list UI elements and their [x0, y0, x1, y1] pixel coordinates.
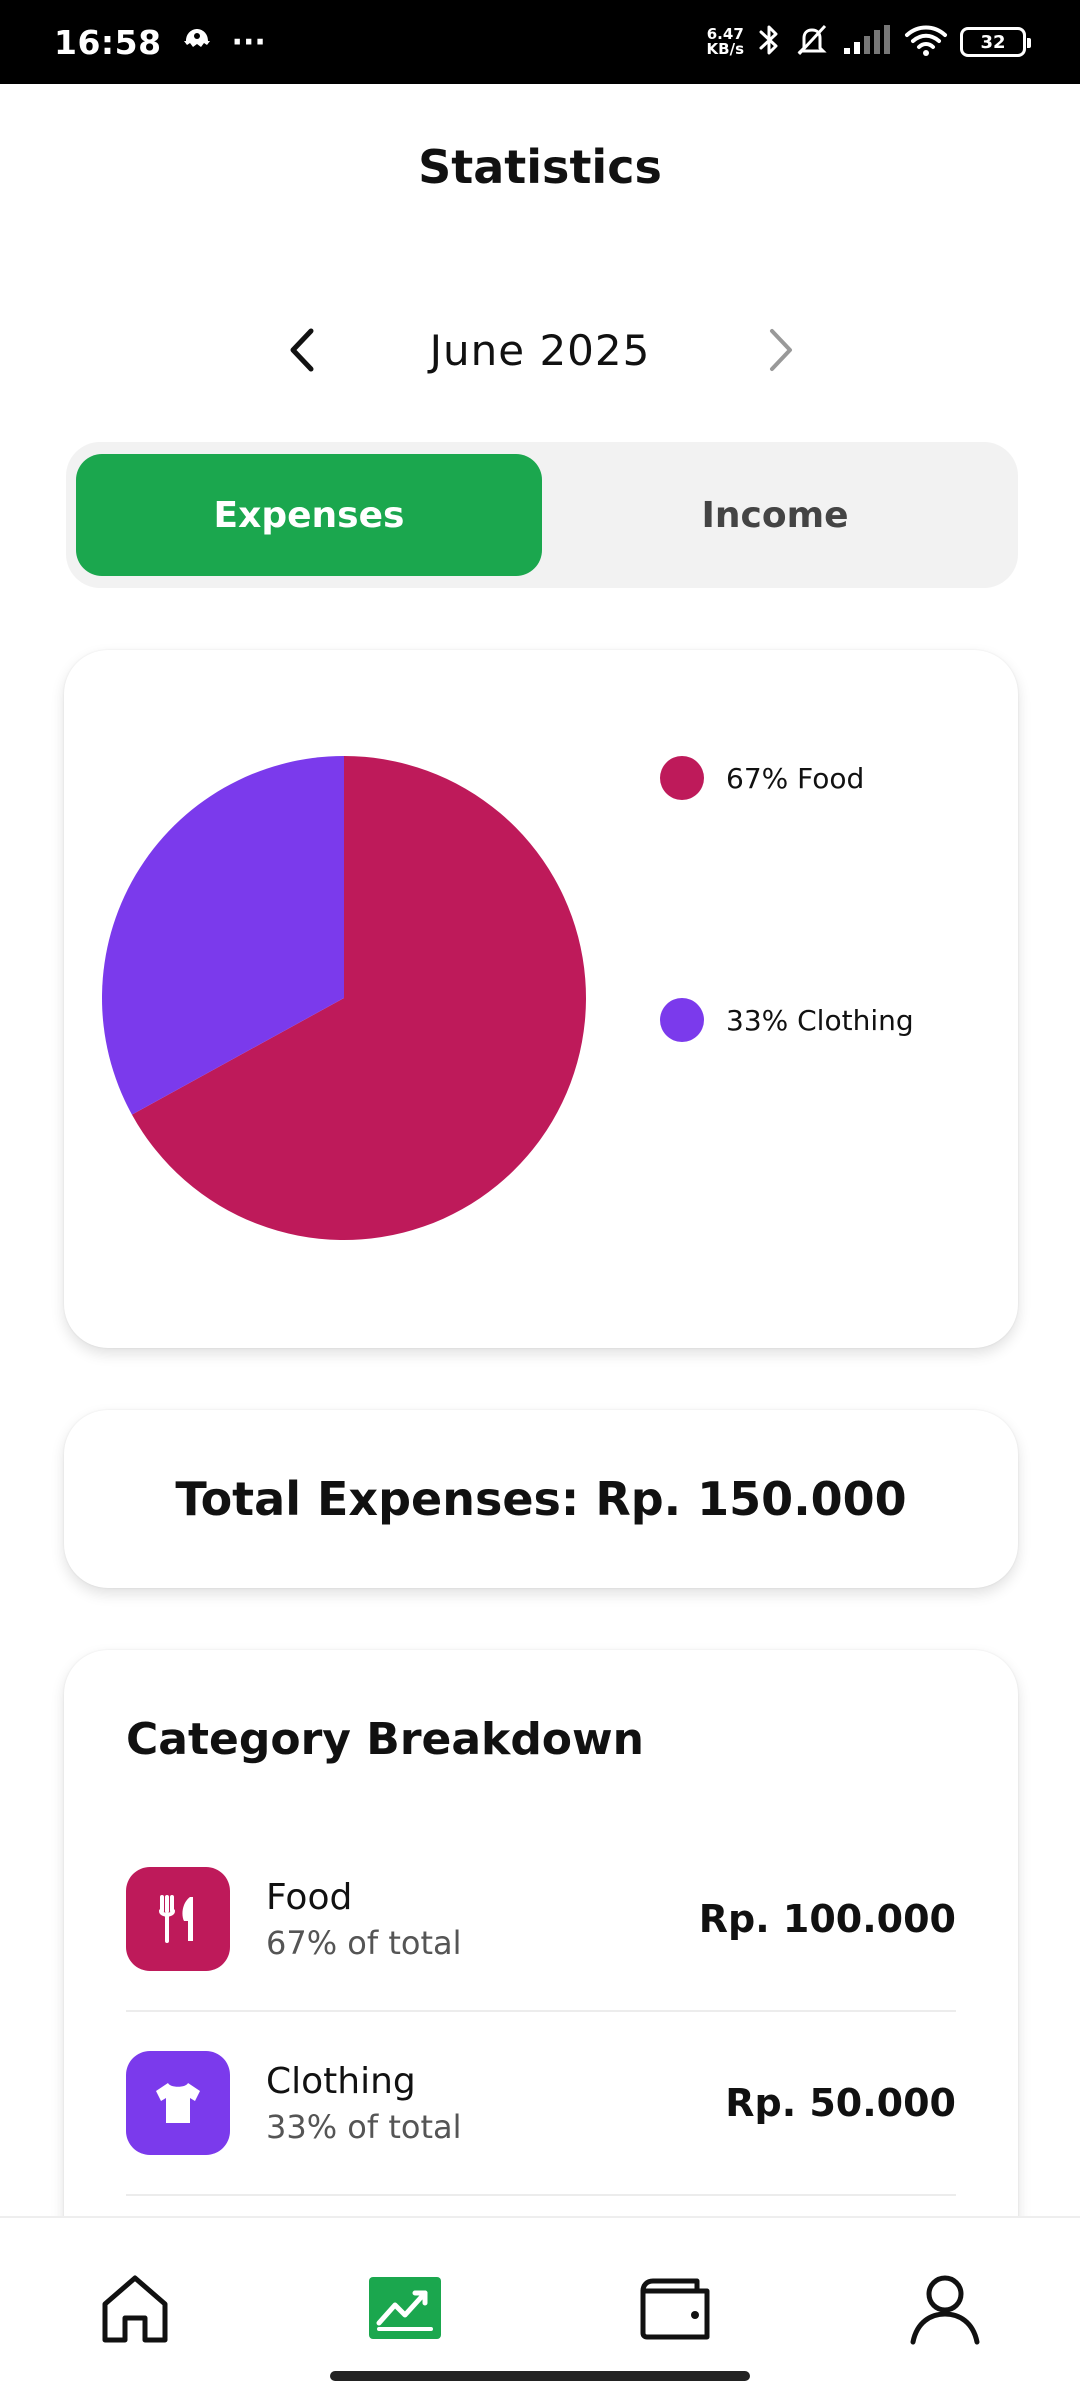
- home-indicator[interactable]: [330, 2371, 750, 2381]
- page-title: Statistics: [418, 140, 662, 194]
- legend-label: 67% Food: [726, 761, 865, 795]
- total-card: Total Expenses: Rp. 150.000: [64, 1410, 1018, 1588]
- breakdown-title: Category Breakdown: [126, 1714, 645, 1765]
- category-name: Food: [266, 1876, 353, 1918]
- type-toggle: Expenses Income: [66, 442, 1018, 588]
- category-row-food[interactable]: Food 67% of total Rp. 100.000: [126, 1828, 956, 2012]
- previous-month-button[interactable]: [268, 315, 338, 385]
- chevron-right-icon: [770, 329, 792, 371]
- category-percent: 33% of total: [266, 2107, 462, 2146]
- utensils-icon: [126, 1867, 230, 1971]
- legend-item-clothing: 33% Clothing: [660, 998, 990, 1042]
- shirt-icon: [126, 2051, 230, 2155]
- wifi-icon: [904, 23, 948, 61]
- legend-swatch: [660, 998, 704, 1042]
- chart-card: 67% Food 33% Clothing: [64, 650, 1018, 1348]
- nav-home-button[interactable]: [95, 2268, 175, 2348]
- pie-chart: [101, 756, 586, 1240]
- status-bar: 16:58 ··· 6.47 KB/s 32: [0, 0, 1080, 84]
- legend-swatch: [660, 756, 704, 800]
- nav-profile-button[interactable]: [905, 2268, 985, 2348]
- home-icon: [102, 2275, 168, 2343]
- bluetooth-icon: [756, 22, 782, 62]
- nav-wallet-button[interactable]: [635, 2268, 715, 2348]
- battery-icon: 32: [960, 27, 1031, 57]
- network-speed: 6.47 KB/s: [707, 27, 744, 57]
- wallet-icon: [640, 2278, 710, 2340]
- current-month-label: June 2025: [429, 325, 651, 375]
- legend-item-food: 67% Food: [660, 756, 990, 800]
- category-row-clothing[interactable]: Clothing 33% of total Rp. 50.000: [126, 2012, 956, 2196]
- category-amount: Rp. 100.000: [698, 1897, 956, 1941]
- signal-icon: [842, 24, 892, 60]
- category-amount: Rp. 50.000: [725, 2081, 956, 2125]
- app-notification-icon: [180, 25, 214, 59]
- total-expenses-text: Total Expenses: Rp. 150.000: [175, 1472, 907, 1526]
- network-speed-unit: KB/s: [706, 40, 744, 58]
- expenses-tab[interactable]: Expenses: [76, 454, 542, 576]
- more-notifications-icon: ···: [231, 24, 266, 60]
- category-name: Clothing: [266, 2060, 416, 2102]
- next-month-button[interactable]: [745, 315, 815, 385]
- battery-level: 32: [980, 31, 1006, 53]
- statistics-screen: 16:58 ··· 6.47 KB/s 32 Statistics June 2…: [0, 0, 1080, 2400]
- status-time: 16:58: [54, 22, 162, 62]
- legend-label: 33% Clothing: [726, 1003, 914, 1037]
- category-breakdown-card: Category Breakdown Food 67% of total Rp.…: [64, 1650, 1018, 2250]
- income-tab[interactable]: Income: [542, 454, 1008, 576]
- silent-bell-icon: [794, 22, 830, 62]
- category-list: Food 67% of total Rp. 100.000 Clothing 3…: [126, 1828, 956, 2196]
- profile-icon: [910, 2275, 980, 2345]
- nav-statistics-button[interactable]: [365, 2268, 445, 2348]
- chart-icon: [369, 2277, 441, 2339]
- chevron-left-icon: [290, 328, 314, 372]
- month-navigator: June 2025: [0, 315, 1080, 385]
- category-percent: 67% of total: [266, 1923, 462, 1962]
